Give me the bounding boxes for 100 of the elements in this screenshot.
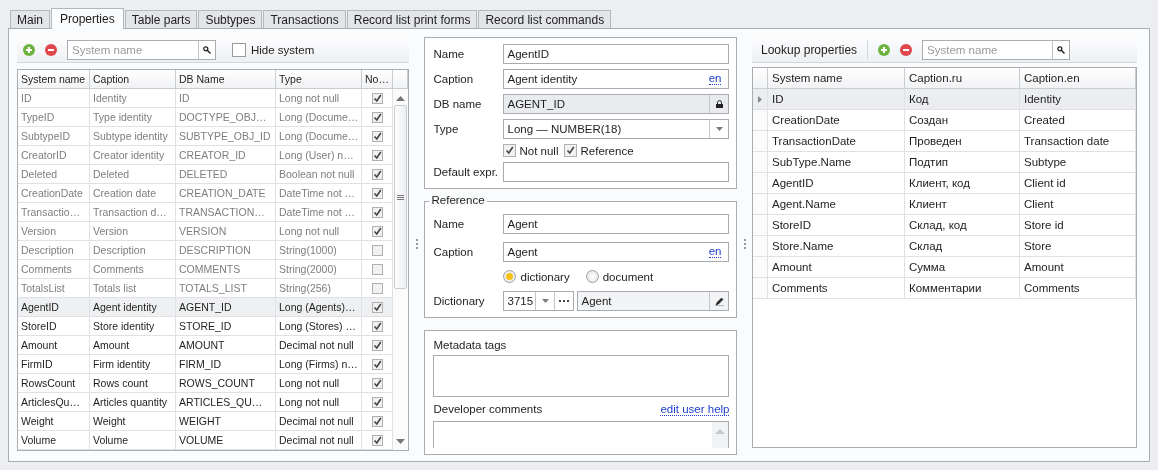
checkbox[interactable] [371,149,383,161]
input-field[interactable]: AgentID [503,44,730,64]
checkbox[interactable] [371,244,383,256]
input-field[interactable]: Agent identity en [503,69,730,89]
table-cell: Subtype identity [90,127,176,146]
search-button[interactable] [198,39,216,60]
add-icon[interactable] [23,43,35,56]
field-label: Default expr. [433,166,500,178]
table-cell: Version [90,222,176,241]
remove-icon[interactable] [900,43,913,56]
input-field[interactable]: Agent [503,214,730,234]
checkbox[interactable] [371,358,383,370]
checkbox[interactable] [503,144,517,157]
tab[interactable]: Transactions [263,10,346,28]
field-label: Dictionary [433,295,486,307]
checkbox[interactable] [371,187,383,199]
table-cell: SUBTYPE_OBJ_ID [176,127,276,146]
column-header[interactable]: No… [362,70,393,89]
splitter-handle[interactable] [415,239,418,249]
checkbox[interactable] [371,339,383,351]
checkbox[interactable] [371,130,383,142]
tab[interactable]: Properties [51,8,124,29]
checkbox[interactable] [371,225,383,237]
input-field[interactable]: Agent en [503,242,730,262]
type-dropdown[interactable]: Long — NUMBER(18) [503,119,730,139]
tags-field[interactable] [433,355,730,397]
checkbox[interactable] [371,301,383,313]
checkbox[interactable] [371,92,383,104]
panel-title: Lookup properties [761,40,869,59]
column-header[interactable]: Caption.ru [905,68,1020,89]
field-label: Metadata tags [433,339,508,351]
table-cell: Amount [768,257,905,278]
tab[interactable]: Record list commands [478,10,612,28]
checkbox[interactable] [232,42,246,57]
dictionary-field[interactable]: Agent [577,291,730,311]
column-header[interactable]: DB Name [176,70,276,89]
scrollbar[interactable] [393,89,408,450]
checkbox[interactable] [371,320,383,332]
input-field[interactable]: AGENT_ID [503,94,730,114]
table-cell: Agent identity [90,298,176,317]
table-cell: Comments [1020,278,1136,299]
checkbox[interactable] [371,282,383,294]
table-cell: ID [768,89,905,110]
tab[interactable]: Table parts [124,10,198,28]
search-button[interactable] [1052,39,1071,60]
checkbox[interactable] [371,415,383,427]
edit-icon[interactable] [715,296,724,306]
radio-label: dictionary [520,270,570,283]
checkbox-label: Hide system [251,43,315,56]
checkbox[interactable] [371,263,383,275]
column-header[interactable]: Caption.en [1020,68,1136,89]
comments-field[interactable] [433,421,730,448]
checkbox[interactable] [371,111,383,123]
scroll-up-icon[interactable] [396,96,405,101]
splitter-handle[interactable] [743,239,746,249]
checkbox[interactable] [371,168,383,180]
field-label: Type [433,123,460,135]
checkbox[interactable] [371,434,383,446]
search-field[interactable]: System name [922,39,1053,60]
table-cell: STORE_ID [176,317,276,336]
column-header[interactable]: Caption [90,70,176,89]
checkbox[interactable] [564,144,578,157]
field-label: Name [433,218,466,230]
radio-button[interactable] [503,270,517,283]
table-cell: Transaction d… [90,203,176,222]
search-icon[interactable] [1057,45,1066,54]
search-icon[interactable] [203,45,211,54]
caret-icon[interactable] [716,127,723,131]
radio-button[interactable] [585,270,599,283]
checkbox[interactable] [371,206,383,218]
column-header[interactable]: Type [276,70,362,89]
language-link[interactable]: en [708,246,722,258]
language-link[interactable]: en [708,73,722,85]
row-header[interactable] [753,89,768,110]
scroll-down-icon[interactable] [396,439,405,444]
table-cell: Decimal not null [276,412,362,431]
remove-icon[interactable] [45,43,57,56]
tab[interactable]: Main [10,10,50,28]
table-cell: Weight [18,412,90,431]
checkbox[interactable] [371,377,383,389]
tab[interactable]: Subtypes [198,10,263,28]
tab[interactable]: Record list print forms [346,10,478,28]
table-cell: Description [18,241,90,260]
help-link[interactable]: edit user help [660,402,730,416]
table-cell: Long (Docume… [276,127,362,146]
input-field[interactable] [503,162,730,182]
table-cell: AgentID [18,298,90,317]
checkbox[interactable] [371,396,383,408]
table-cell: Comments [90,260,176,279]
table-cell: Код [905,89,1020,110]
table-cell: Long not null [276,222,362,241]
search-field[interactable]: System name [67,39,198,60]
caret-icon[interactable] [542,299,549,303]
column-header[interactable]: System name [768,68,905,89]
add-icon[interactable] [878,43,891,56]
radio-label: document [602,270,654,283]
column-header[interactable]: System name [18,70,90,89]
grip-icon[interactable] [397,194,404,200]
dictionary-id-field[interactable]: 3715 [503,291,575,311]
checkbox-label: Not null [519,144,559,157]
